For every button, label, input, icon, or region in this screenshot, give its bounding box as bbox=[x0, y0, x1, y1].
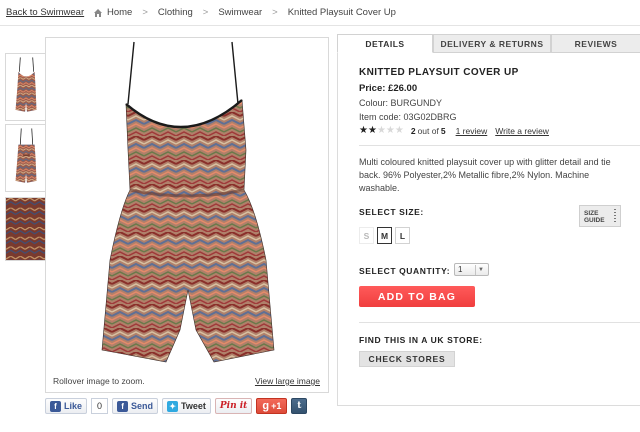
size-option-m[interactable]: M bbox=[377, 227, 392, 244]
tweet-label: Tweet bbox=[181, 401, 206, 411]
tab-reviews[interactable]: REVIEWS bbox=[551, 34, 640, 53]
pin-it-button[interactable]: Pin it bbox=[214, 398, 253, 414]
star-empty-icon: ★ bbox=[385, 125, 395, 136]
gplus-label: +1 bbox=[271, 401, 282, 411]
like-label: Like bbox=[64, 401, 83, 411]
playsuit-back-thumb-image bbox=[15, 128, 37, 183]
star-filled-icon: ★ bbox=[359, 125, 368, 136]
tab-details[interactable]: DETAILS bbox=[337, 34, 433, 53]
product-rating: ★ ★ ★ ★ ★ 2 out of 5 1 review Write a review bbox=[359, 126, 549, 137]
breadcrumb-home[interactable]: Home bbox=[107, 7, 132, 18]
quantity-select[interactable]: 1 ▼ bbox=[454, 263, 489, 276]
view-large-image-link[interactable]: View large image bbox=[255, 376, 320, 386]
product-title: KNITTED PLAYSUIT COVER UP bbox=[359, 67, 519, 78]
rating-value: 2 bbox=[410, 126, 416, 136]
breadcrumb-separator: > bbox=[142, 7, 148, 18]
rating-max: 5 bbox=[440, 126, 446, 136]
divider bbox=[359, 322, 640, 323]
thumbnail-closeup[interactable] bbox=[5, 197, 48, 261]
breadcrumb-swimwear[interactable]: Swimwear bbox=[218, 7, 262, 18]
rating-out-of: out of bbox=[417, 126, 439, 136]
write-review-link[interactable]: Write a review bbox=[495, 126, 549, 136]
check-stores-button[interactable]: CHECK STORES bbox=[359, 351, 455, 367]
home-icon bbox=[94, 8, 102, 17]
rating-stars: ★ ★ ★ ★ ★ bbox=[359, 126, 404, 136]
find-in-store-label: FIND THIS IN A UK STORE: bbox=[359, 335, 483, 345]
size-option-l[interactable]: L bbox=[395, 227, 410, 244]
facebook-icon: f bbox=[50, 400, 61, 412]
breadcrumb: Home > Clothing > Swimwear > Knitted Pla… bbox=[93, 7, 396, 18]
tumblr-button[interactable]: t bbox=[291, 398, 308, 414]
main-product-image[interactable] bbox=[96, 40, 286, 370]
product-details-panel: DETAILS DELIVERY & RETURNS REVIEWS KNITT… bbox=[337, 34, 640, 406]
quantity-value: 1 bbox=[458, 265, 463, 274]
like-count: 0 bbox=[91, 398, 109, 414]
google-plus-icon: g bbox=[262, 400, 270, 412]
breadcrumb-separator: > bbox=[202, 7, 209, 18]
send-label: Send bbox=[131, 401, 154, 411]
thumbnail-back[interactable] bbox=[5, 124, 48, 192]
star-empty-icon: ★ bbox=[376, 125, 386, 136]
facebook-icon: f bbox=[117, 400, 129, 412]
twitter-bird-icon: ✦ bbox=[167, 400, 179, 412]
select-size-label: SELECT SIZE: bbox=[359, 207, 424, 217]
breadcrumb-bar: Back to Swimwear Home > Clothing > Swimw… bbox=[0, 0, 640, 26]
product-colour: Colour: BURGUNDY bbox=[359, 98, 443, 108]
chevron-down-icon: ▼ bbox=[475, 265, 486, 275]
select-quantity-label: SELECT QUANTITY: bbox=[359, 266, 451, 276]
tweet-button[interactable]: ✦ Tweet bbox=[162, 398, 211, 414]
thumbnail-front[interactable] bbox=[5, 53, 48, 121]
zoom-hint: Rollover image to zoom. bbox=[53, 376, 145, 386]
social-share-bar: f Like 0 f Send ✦ Tweet Pin it g +1 t bbox=[45, 398, 308, 414]
size-option-s[interactable]: S bbox=[359, 227, 374, 244]
review-count-link[interactable]: 1 review bbox=[456, 126, 488, 136]
google-plus-button[interactable]: g +1 bbox=[256, 398, 288, 414]
fabric-closeup-thumb-image bbox=[6, 198, 47, 260]
facebook-like-button[interactable]: f Like bbox=[45, 398, 88, 414]
tab-delivery-returns[interactable]: DELIVERY & RETURNS bbox=[433, 34, 551, 53]
size-guide-line1: SIZE bbox=[584, 210, 599, 217]
breadcrumb-separator: > bbox=[272, 7, 278, 18]
breadcrumb-clothing[interactable]: Clothing bbox=[158, 7, 193, 18]
star-empty-icon: ★ bbox=[394, 125, 404, 136]
facebook-send-button[interactable]: f Send bbox=[112, 398, 159, 414]
playsuit-front-thumb-image bbox=[15, 57, 37, 112]
product-price: Price: £26.00 bbox=[359, 83, 418, 94]
main-image-frame: Rollover image to zoom. View large image bbox=[45, 37, 329, 393]
product-tabs: DETAILS DELIVERY & RETURNS REVIEWS bbox=[337, 34, 640, 53]
star-filled-icon: ★ bbox=[367, 125, 377, 136]
product-description: Multi coloured knitted playsuit cover up… bbox=[359, 157, 611, 193]
size-guide-button[interactable]: SIZE GUIDE bbox=[579, 205, 621, 227]
add-to-bag-button[interactable]: ADD TO BAG bbox=[359, 286, 475, 307]
size-options: S M L bbox=[359, 227, 410, 244]
size-guide-line2: GUIDE bbox=[584, 217, 605, 224]
back-to-swimwear-link[interactable]: Back to Swimwear bbox=[6, 7, 84, 18]
item-code: Item code: 03G02DBRG bbox=[359, 112, 457, 122]
divider bbox=[359, 145, 640, 146]
breadcrumb-current[interactable]: Knitted Playsuit Cover Up bbox=[288, 7, 396, 18]
